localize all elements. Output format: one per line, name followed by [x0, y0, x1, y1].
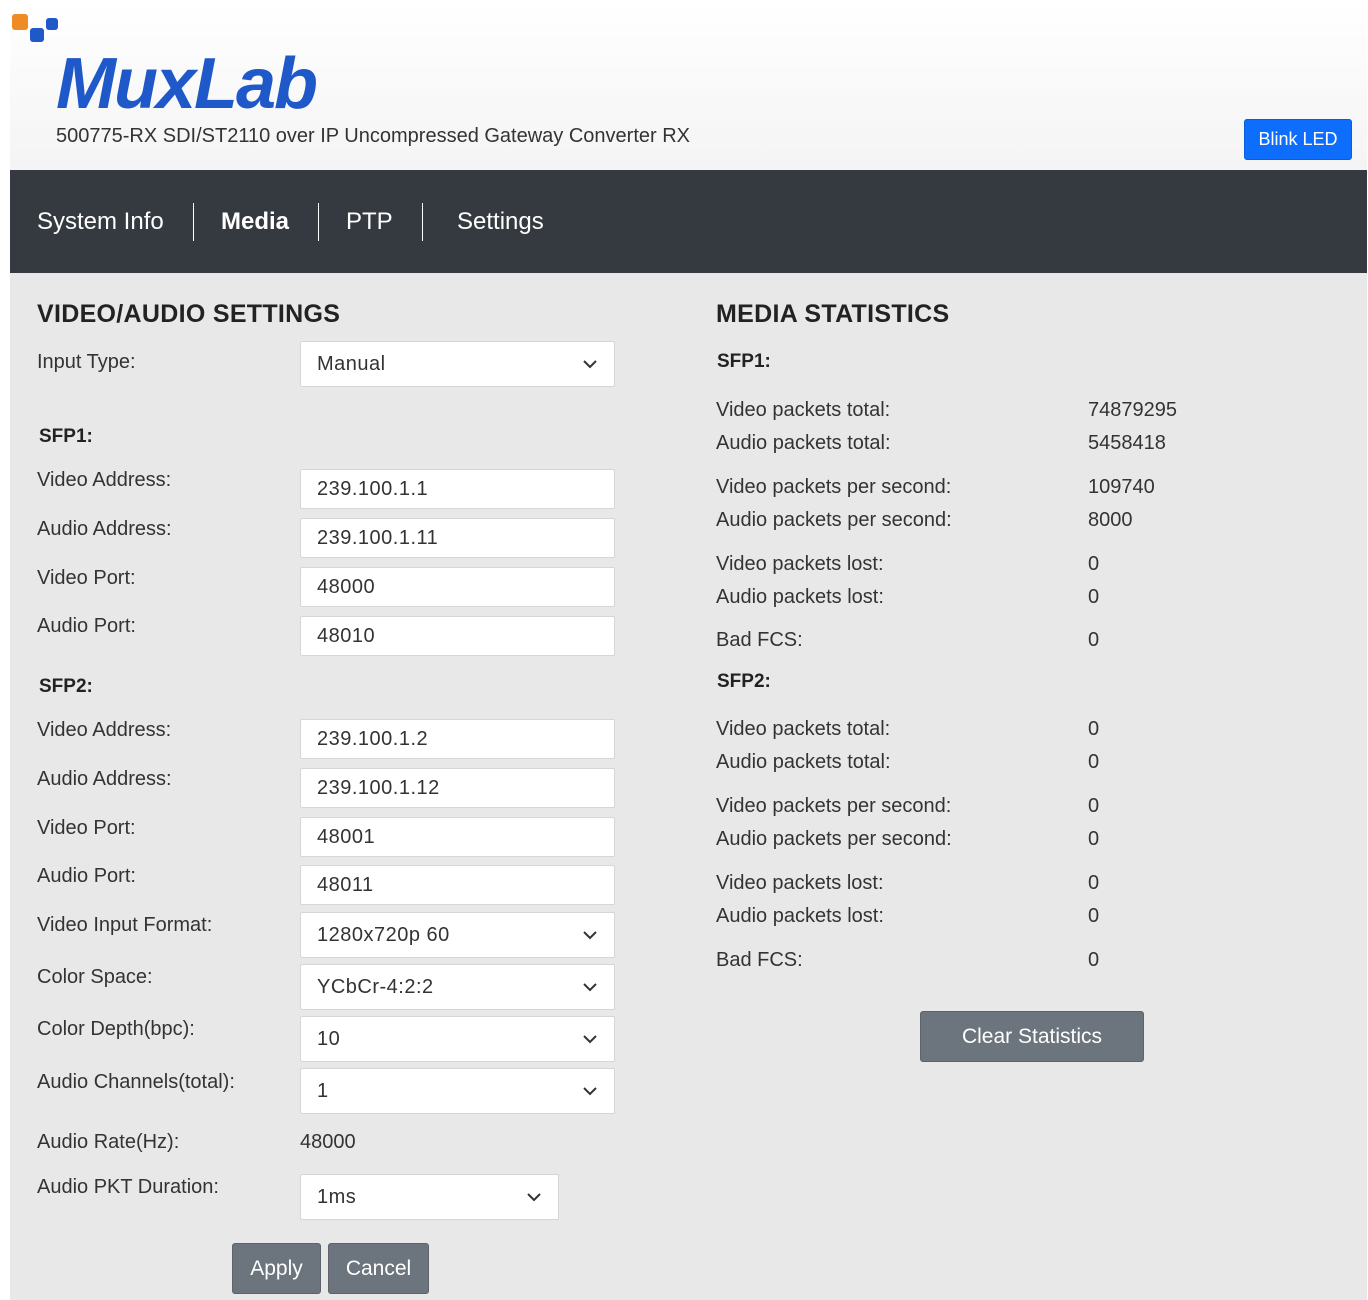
sfp2-audio-address-label: Audio Address: — [37, 768, 172, 790]
audio-channels-select[interactable]: 1 — [300, 1068, 615, 1114]
video-input-format-select[interactable]: 1280x720p 60 — [300, 912, 615, 958]
nav-divider — [193, 203, 194, 241]
input-type-select[interactable]: Manual — [300, 341, 615, 387]
settings-title: VIDEO/AUDIO SETTINGS — [37, 300, 341, 328]
chevron-down-icon — [583, 1087, 597, 1096]
chevron-down-icon — [583, 983, 597, 992]
clear-statistics-button[interactable]: Clear Statistics — [920, 1011, 1144, 1062]
nav-media[interactable]: Media — [221, 208, 289, 236]
chevron-down-icon — [583, 931, 597, 940]
audio-channels-value: 1 — [317, 1079, 329, 1102]
page-header: MuxLab 500775-RX SDI/ST2110 over IP Unco… — [10, 0, 1367, 170]
sfp2-audio-port-input[interactable] — [300, 865, 615, 905]
sfp1-audio-lost-label: Audio packets lost: — [716, 586, 884, 608]
audio-pkt-duration-value: 1ms — [317, 1185, 357, 1208]
color-depth-value: 10 — [317, 1027, 341, 1050]
nav-system-info[interactable]: System Info — [37, 208, 164, 236]
sfp1-audio-pps-label: Audio packets per second: — [716, 509, 952, 531]
sfp2-video-address-label: Video Address: — [37, 719, 172, 741]
main-content: VIDEO/AUDIO SETTINGS Input Type: Manual … — [10, 273, 1367, 1300]
device-subtitle: 500775-RX SDI/ST2110 over IP Uncompresse… — [56, 125, 691, 147]
sfp1-video-address-label: Video Address: — [37, 469, 172, 491]
nav-ptp[interactable]: PTP — [346, 208, 393, 236]
chevron-down-icon — [527, 1193, 541, 1202]
sfp1-audio-address-input[interactable] — [300, 518, 615, 558]
sfp2-audio-pps-value: 0 — [1088, 828, 1100, 850]
color-space-label: Color Space: — [37, 966, 153, 988]
nav-divider — [318, 203, 319, 241]
sfp2-audio-lost-label: Audio packets lost: — [716, 905, 884, 927]
color-space-value: YCbCr-4:2:2 — [317, 975, 434, 998]
sfp2-video-port-label: Video Port: — [37, 817, 136, 839]
sfp1-video-lost-value: 0 — [1088, 553, 1100, 575]
sfp2-bad-fcs-value: 0 — [1088, 949, 1100, 971]
sfp1-video-pps-label: Video packets per second: — [716, 476, 952, 498]
sfp1-bad-fcs-value: 0 — [1088, 629, 1100, 651]
blink-led-button[interactable]: Blink LED — [1244, 119, 1352, 160]
sfp1-audio-pps-value: 8000 — [1088, 509, 1133, 531]
sfp2-video-lost-label: Video packets lost: — [716, 872, 884, 894]
sfp1-video-pps-value: 109740 — [1088, 476, 1155, 498]
sfp1-audio-port-label: Audio Port: — [37, 615, 136, 637]
input-type-value: Manual — [317, 352, 386, 375]
settings-sfp1-heading: SFP1: — [39, 426, 93, 447]
video-input-format-value: 1280x720p 60 — [317, 923, 450, 946]
color-depth-select[interactable]: 10 — [300, 1016, 615, 1062]
sfp2-audio-address-input[interactable] — [300, 768, 615, 808]
sfp2-video-pps-value: 0 — [1088, 795, 1100, 817]
sfp2-audio-lost-value: 0 — [1088, 905, 1100, 927]
sfp1-audio-total-value: 5458418 — [1088, 432, 1166, 454]
color-space-select[interactable]: YCbCr-4:2:2 — [300, 964, 615, 1010]
main-navbar: System Info Media PTP Settings — [10, 170, 1367, 273]
sfp1-video-address-input[interactable] — [300, 469, 615, 509]
sfp2-video-pps-label: Video packets per second: — [716, 795, 952, 817]
stats-sfp1-heading: SFP1: — [717, 351, 771, 372]
chevron-down-icon — [583, 360, 597, 369]
sfp1-audio-port-input[interactable] — [300, 616, 615, 656]
input-type-label: Input Type: — [37, 351, 136, 373]
apply-button[interactable]: Apply — [232, 1243, 321, 1294]
sfp1-video-total-label: Video packets total: — [716, 399, 891, 421]
sfp2-video-address-input[interactable] — [300, 719, 615, 759]
sfp2-video-lost-value: 0 — [1088, 872, 1100, 894]
audio-pkt-duration-select[interactable]: 1ms — [300, 1174, 559, 1220]
sfp2-bad-fcs-label: Bad FCS: — [716, 949, 803, 971]
sfp1-bad-fcs-label: Bad FCS: — [716, 629, 803, 651]
video-input-format-label: Video Input Format: — [37, 914, 213, 936]
sfp1-audio-total-label: Audio packets total: — [716, 432, 891, 454]
sfp2-audio-port-label: Audio Port: — [37, 865, 136, 887]
chevron-down-icon — [583, 1035, 597, 1044]
sfp2-audio-total-value: 0 — [1088, 751, 1100, 773]
cancel-button[interactable]: Cancel — [328, 1243, 429, 1294]
muxlab-logo: MuxLab — [12, 14, 318, 120]
nav-settings[interactable]: Settings — [457, 208, 544, 236]
stats-sfp2-heading: SFP2: — [717, 671, 771, 692]
audio-pkt-duration-label: Audio PKT Duration: — [37, 1176, 219, 1198]
sfp2-video-total-label: Video packets total: — [716, 718, 891, 740]
sfp1-video-port-label: Video Port: — [37, 567, 136, 589]
svg-text:MuxLab: MuxLab — [56, 44, 316, 120]
audio-rate-value: 48000 — [300, 1131, 356, 1153]
sfp1-audio-lost-value: 0 — [1088, 586, 1100, 608]
color-depth-label: Color Depth(bpc): — [37, 1018, 195, 1040]
sfp2-video-total-value: 0 — [1088, 718, 1100, 740]
sfp1-video-lost-label: Video packets lost: — [716, 553, 884, 575]
sfp2-video-port-input[interactable] — [300, 817, 615, 857]
sfp1-video-port-input[interactable] — [300, 567, 615, 607]
settings-sfp2-heading: SFP2: — [39, 676, 93, 697]
nav-divider — [422, 203, 423, 241]
sfp1-video-total-value: 74879295 — [1088, 399, 1177, 421]
sfp1-audio-address-label: Audio Address: — [37, 518, 172, 540]
stats-title: MEDIA STATISTICS — [716, 300, 950, 328]
audio-rate-label: Audio Rate(Hz): — [37, 1131, 180, 1153]
audio-channels-label: Audio Channels(total): — [37, 1071, 235, 1093]
sfp2-audio-total-label: Audio packets total: — [716, 751, 891, 773]
sfp2-audio-pps-label: Audio packets per second: — [716, 828, 952, 850]
